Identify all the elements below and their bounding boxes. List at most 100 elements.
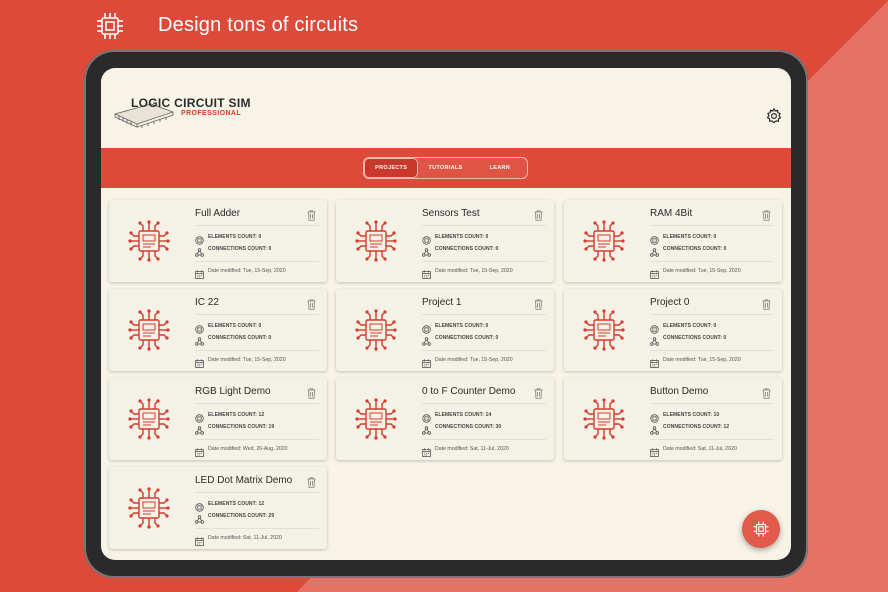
chip-icon [128,397,170,441]
date-modified: Date modified: Tue, 15-Sep, 2020 [663,356,741,363]
connections-count: CONNECTIONS COUNT: 0 [208,245,272,252]
project-card[interactable]: 0 to F Counter Demo ELEMENTS COUNT: 14 CON… [336,378,554,460]
project-grid: Full Adder ELEMENTS COUNT: 0 CONNECTIONS C… [101,68,791,560]
divider [195,528,319,529]
divider [195,350,319,351]
elements-row: ELEMENTS COUNT: 0 [422,321,488,334]
banner-title: Design tons of circuits [158,14,359,36]
element-icon [422,232,431,245]
project-card[interactable]: IC 22 ELEMENTS COUNT: 0 CONNECTIONS COUNT:… [109,289,327,371]
trash-icon[interactable] [307,386,316,399]
elements-count: ELEMENTS COUNT: 0 [663,233,717,240]
new-project-button[interactable] [742,510,780,548]
elements-row: ELEMENTS COUNT: 0 [650,232,717,245]
chip-icon [128,308,170,352]
elements-row: ELEMENTS COUNT: 0 [195,321,262,334]
divider [650,261,774,262]
connections-row: CONNECTIONS COUNT: 19 [195,422,275,435]
chip-icon [583,219,625,263]
calendar-icon [422,266,431,279]
connection-icon [650,244,659,257]
trash-icon[interactable] [307,208,316,221]
elements-count: ELEMENTS COUNT: 12 [208,411,265,418]
date-row: Date modified: Tue, 15-Sep, 2020 [422,266,513,279]
project-name: IC 22 [195,297,219,308]
trash-icon[interactable] [762,386,771,399]
trash-icon[interactable] [534,297,543,310]
elements-row: ELEMENTS COUNT: 12 [195,410,265,423]
date-modified: Date modified: Wed, 26-Aug, 2020 [208,445,288,452]
date-row: Date modified: Tue, 15-Sep, 2020 [195,266,286,279]
trash-icon[interactable] [307,475,316,488]
elements-row: ELEMENTS COUNT: 0 [650,321,717,334]
connection-icon [195,422,204,435]
connections-count: CONNECTIONS COUNT: 12 [663,423,730,430]
element-icon [650,232,659,245]
connections-count: CONNECTIONS COUNT: 30 [435,423,502,430]
chip-icon [583,397,625,441]
connections-count: CONNECTIONS COUNT: 0 [435,334,499,341]
project-card[interactable]: RAM 4Bit ELEMENTS COUNT: 0 CONNECTIONS COU… [564,200,782,282]
project-card[interactable]: Sensors Test ELEMENTS COUNT: 0 CONNECTIONS… [336,200,554,282]
connections-count: CONNECTIONS COUNT: 19 [208,423,275,430]
date-row: Date modified: Sat, 11-Jul, 2020 [195,533,282,546]
trash-icon[interactable] [534,386,543,399]
trash-icon[interactable] [534,208,543,221]
trash-icon[interactable] [307,297,316,310]
date-row: Date modified: Tue, 15-Sep, 2020 [422,355,513,368]
divider [422,403,546,404]
connections-row: CONNECTIONS COUNT: 0 [195,333,272,346]
divider [195,403,319,404]
elements-count: ELEMENTS COUNT: 0 [663,322,717,329]
elements-count: ELEMENTS COUNT: 14 [435,411,492,418]
connections-count: CONNECTIONS COUNT: 0 [435,245,499,252]
project-name: RAM 4Bit [650,208,693,219]
trash-icon[interactable] [762,297,771,310]
project-card[interactable]: RGB Light Demo ELEMENTS COUNT: 12 CONNECTI… [109,378,327,460]
trash-icon[interactable] [762,208,771,221]
divider [650,439,774,440]
element-icon [650,410,659,423]
connection-icon [195,244,204,257]
project-name: RGB Light Demo [195,386,271,397]
calendar-icon [422,355,431,368]
elements-row: ELEMENTS COUNT: 14 [422,410,492,423]
elements-row: ELEMENTS COUNT: 0 [195,232,261,245]
element-icon [195,410,204,423]
project-card[interactable]: Project 0 ELEMENTS COUNT: 0 CONNECTIONS CO… [564,289,782,371]
chip-icon [355,397,397,441]
connection-icon [650,333,659,346]
connection-icon [422,422,431,435]
calendar-icon [195,266,204,279]
elements-count: ELEMENTS COUNT: 0 [208,322,262,329]
divider [422,314,546,315]
connections-count: CONNECTIONS COUNT: 29 [208,512,275,519]
connection-icon [422,333,431,346]
project-name: Button Demo [650,386,709,397]
connections-count: CONNECTIONS COUNT: 0 [208,334,272,341]
date-modified: Date modified: Sat, 11-Jul, 2020 [663,445,737,452]
connections-count: CONNECTIONS COUNT: 0 [663,245,727,252]
connection-icon [650,422,659,435]
project-name: Project 1 [422,297,462,308]
divider [195,225,319,226]
project-card[interactable]: Project 1 ELEMENTS COUNT: 0 CONNECTIONS CO… [336,289,554,371]
date-row: Date modified: Tue, 15-Sep, 2020 [195,355,286,368]
connections-row: CONNECTIONS COUNT: 12 [650,422,730,435]
divider [422,225,546,226]
project-card[interactable]: Full Adder ELEMENTS COUNT: 0 CONNECTIONS C… [109,200,327,282]
project-card[interactable]: Button Demo ELEMENTS COUNT: 10 CONNECTIONS… [564,378,782,460]
calendar-icon [650,266,659,279]
divider [650,225,774,226]
connections-row: CONNECTIONS COUNT: 0 [422,244,499,257]
divider [422,261,546,262]
date-modified: Date modified: Sat, 11-Jul, 2020 [435,445,509,452]
connections-row: CONNECTIONS COUNT: 0 [650,333,727,346]
calendar-icon [195,444,204,457]
connections-count: CONNECTIONS COUNT: 0 [663,334,727,341]
chip-icon [355,308,397,352]
connections-row: CONNECTIONS COUNT: 29 [195,511,275,524]
elements-row: ELEMENTS COUNT: 12 [195,499,264,512]
project-card[interactable]: LED Dot Matrix Demo ELEMENTS COUNT: 12 CON… [109,467,327,549]
divider [195,261,319,262]
